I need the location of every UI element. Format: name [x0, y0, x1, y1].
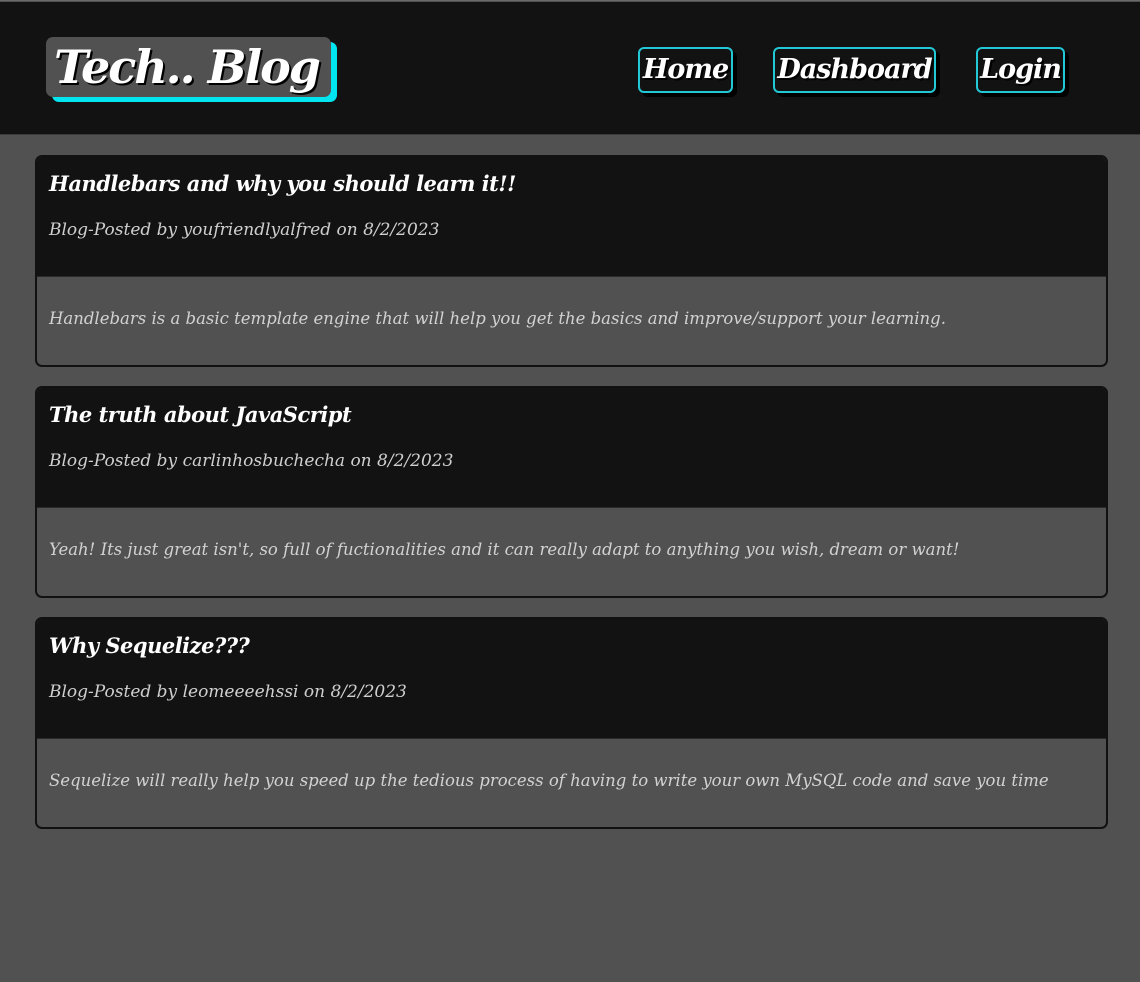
nav-dashboard-button[interactable]: Dashboard [773, 47, 936, 93]
post-body: Handlebars is a basic template engine th… [49, 309, 946, 328]
nav-home-button[interactable]: Home [638, 47, 733, 93]
post-divider [37, 276, 1106, 277]
post-body: Yeah! Its just great isn't, so full of f… [49, 540, 960, 559]
post-body: Sequelize will really help you speed up … [49, 771, 1049, 790]
post-meta: Blog-Posted by youfriendlyalfred on 8/2/… [49, 220, 440, 240]
post-meta: Blog-Posted by carlinhosbuchecha on 8/2/… [49, 451, 454, 471]
post-header: The truth about JavaScript Blog-Posted b… [37, 388, 1106, 507]
post-divider [37, 507, 1106, 508]
post-title[interactable]: Why Sequelize??? [49, 631, 250, 661]
post-card[interactable]: The truth about JavaScript Blog-Posted b… [35, 386, 1108, 598]
post-header: Why Sequelize??? Blog-Posted by leomeeee… [37, 619, 1106, 738]
post-card[interactable]: Why Sequelize??? Blog-Posted by leomeeee… [35, 617, 1108, 829]
post-header: Handlebars and why you should learn it!!… [37, 157, 1106, 276]
post-card[interactable]: Handlebars and why you should learn it!!… [35, 155, 1108, 367]
nav-login-button[interactable]: Login [976, 47, 1065, 93]
post-title[interactable]: Handlebars and why you should learn it!! [49, 169, 516, 199]
post-title[interactable]: The truth about JavaScript [49, 400, 352, 430]
site-header: Tech.. Blog Home Dashboard Login [0, 2, 1140, 135]
post-divider [37, 738, 1106, 739]
post-meta: Blog-Posted by leomeeeehssi on 8/2/2023 [49, 682, 407, 702]
site-logo[interactable]: Tech.. Blog [46, 37, 331, 97]
